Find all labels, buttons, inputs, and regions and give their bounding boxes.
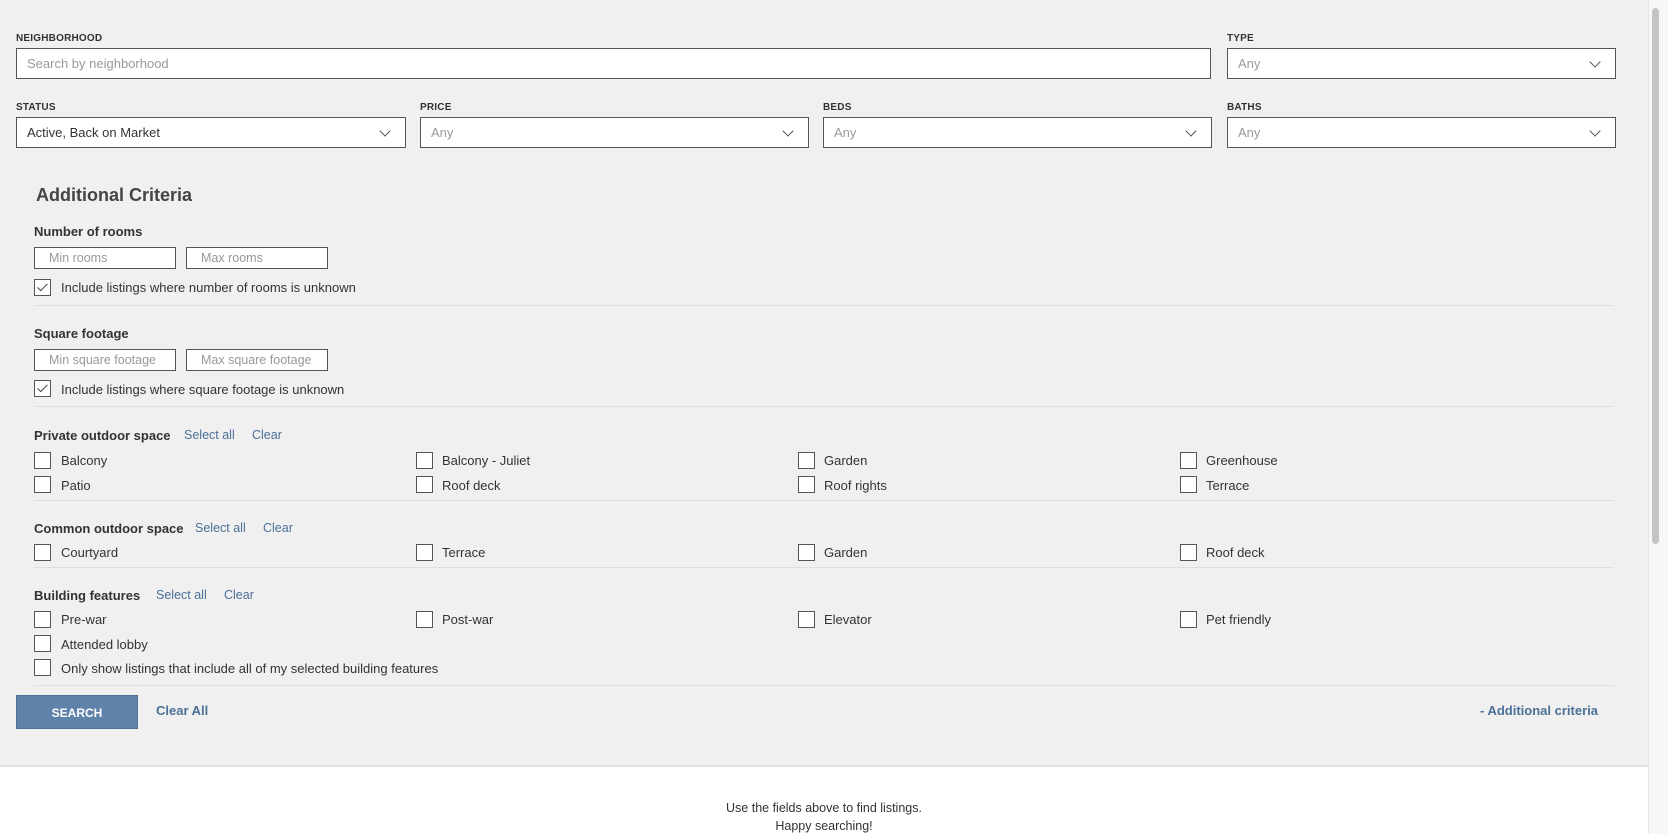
- checkmark-icon: [37, 381, 48, 393]
- private-outdoor-clear[interactable]: Clear: [252, 428, 282, 442]
- building-select-all[interactable]: Select all: [156, 588, 207, 602]
- roof-deck-checkbox[interactable]: [416, 476, 433, 493]
- garden-label: Garden: [824, 453, 868, 468]
- divider: [34, 685, 1614, 686]
- status-select[interactable]: Active, Back on Market: [16, 117, 406, 148]
- divider: [34, 567, 1614, 568]
- min-sqft-input[interactable]: Min square footage: [34, 349, 176, 371]
- pre-war-label: Pre-war: [61, 612, 107, 627]
- baths-value: Any: [1238, 125, 1261, 140]
- common-outdoor-select-all[interactable]: Select all: [195, 521, 246, 535]
- common-outdoor-label: Common outdoor space: [34, 521, 184, 536]
- common-outdoor-clear[interactable]: Clear: [263, 521, 293, 535]
- price-value: Any: [431, 125, 454, 140]
- greenhouse-checkbox[interactable]: [1180, 452, 1197, 469]
- balcony-label: Balcony: [61, 453, 108, 468]
- attended-lobby-checkbox[interactable]: [34, 635, 51, 652]
- pet-friendly-label: Pet friendly: [1206, 612, 1272, 627]
- common-roof-deck-label: Roof deck: [1206, 545, 1265, 560]
- sqft-unknown-label: Include listings where square footage is…: [61, 382, 345, 397]
- baths-label: BATHS: [1227, 102, 1262, 113]
- chevron-down-icon: [1589, 56, 1601, 68]
- divider: [34, 406, 1614, 407]
- chevron-down-icon: [379, 125, 391, 137]
- min-rooms-input[interactable]: Min rooms: [34, 247, 176, 269]
- elevator-checkbox[interactable]: [798, 611, 815, 628]
- neighborhood-label: NEIGHBORHOOD: [16, 33, 103, 44]
- common-terrace-label: Terrace: [442, 545, 486, 560]
- rooms-label: Number of rooms: [34, 224, 143, 239]
- neighborhood-input[interactable]: Search by neighborhood: [16, 48, 1211, 79]
- pet-friendly-checkbox[interactable]: [1180, 611, 1197, 628]
- pre-war-checkbox[interactable]: [34, 611, 51, 628]
- clear-all-link[interactable]: Clear All: [156, 703, 208, 718]
- patio-label: Patio: [61, 478, 91, 493]
- divider: [34, 500, 1614, 501]
- courtyard-label: Courtyard: [61, 545, 119, 560]
- max-sqft-input[interactable]: Max square footage: [186, 349, 328, 371]
- beds-select[interactable]: Any: [823, 117, 1212, 148]
- divider: [34, 305, 1614, 306]
- search-button[interactable]: SEARCH: [16, 695, 138, 729]
- chevron-down-icon: [782, 125, 794, 137]
- greenhouse-label: Greenhouse: [1206, 453, 1278, 468]
- courtyard-checkbox[interactable]: [34, 544, 51, 561]
- price-label: PRICE: [420, 102, 452, 113]
- only-all-features-checkbox[interactable]: [34, 659, 51, 676]
- balcony-juliet-checkbox[interactable]: [416, 452, 433, 469]
- building-clear[interactable]: Clear: [224, 588, 254, 602]
- additional-criteria-title: Additional Criteria: [36, 185, 193, 205]
- common-garden-label: Garden: [824, 545, 868, 560]
- balcony-juliet-label: Balcony - Juliet: [442, 453, 531, 468]
- beds-value: Any: [834, 125, 857, 140]
- post-war-label: Post-war: [442, 612, 494, 627]
- common-terrace-checkbox[interactable]: [416, 544, 433, 561]
- roof-rights-checkbox[interactable]: [798, 476, 815, 493]
- rooms-unknown-label: Include listings where number of rooms i…: [61, 280, 356, 295]
- status-value: Active, Back on Market: [27, 125, 160, 140]
- balcony-checkbox[interactable]: [34, 452, 51, 469]
- sqft-label: Square footage: [34, 326, 129, 341]
- baths-select[interactable]: Any: [1227, 117, 1616, 148]
- toggle-additional-criteria-link[interactable]: - Additional criteria: [1480, 703, 1598, 718]
- price-select[interactable]: Any: [420, 117, 809, 148]
- rooms-unknown-checkbox[interactable]: [34, 279, 51, 296]
- beds-label: BEDS: [823, 102, 852, 113]
- search-panel: NEIGHBORHOOD Search by neighborhood TYPE…: [0, 0, 1648, 767]
- building-features-label: Building features: [34, 588, 141, 603]
- elevator-label: Elevator: [824, 612, 872, 627]
- max-rooms-input[interactable]: Max rooms: [186, 247, 328, 269]
- private-outdoor-select-all[interactable]: Select all: [184, 428, 235, 442]
- roof-deck-label: Roof deck: [442, 478, 501, 493]
- roof-rights-label: Roof rights: [824, 478, 887, 493]
- status-label: STATUS: [16, 102, 56, 113]
- post-war-checkbox[interactable]: [416, 611, 433, 628]
- attended-lobby-label: Attended lobby: [61, 637, 148, 652]
- common-garden-checkbox[interactable]: [798, 544, 815, 561]
- chevron-down-icon: [1589, 125, 1601, 137]
- results-hint-line2: Happy searching!: [775, 819, 873, 833]
- checkmark-icon: [37, 280, 48, 292]
- type-value: Any: [1238, 56, 1261, 71]
- garden-checkbox[interactable]: [798, 452, 815, 469]
- chevron-down-icon: [1185, 125, 1197, 137]
- private-outdoor-label: Private outdoor space: [34, 428, 171, 443]
- results-hint-line1: Use the fields above to find listings.: [726, 801, 922, 815]
- sqft-unknown-checkbox[interactable]: [34, 380, 51, 397]
- type-label: TYPE: [1227, 33, 1254, 44]
- common-roof-deck-checkbox[interactable]: [1180, 544, 1197, 561]
- terrace-label: Terrace: [1206, 478, 1250, 493]
- terrace-checkbox[interactable]: [1180, 476, 1197, 493]
- type-select[interactable]: Any: [1227, 48, 1616, 79]
- only-all-features-label: Only show listings that include all of m…: [61, 661, 439, 676]
- scrollbar[interactable]: [1652, 8, 1659, 544]
- patio-checkbox[interactable]: [34, 476, 51, 493]
